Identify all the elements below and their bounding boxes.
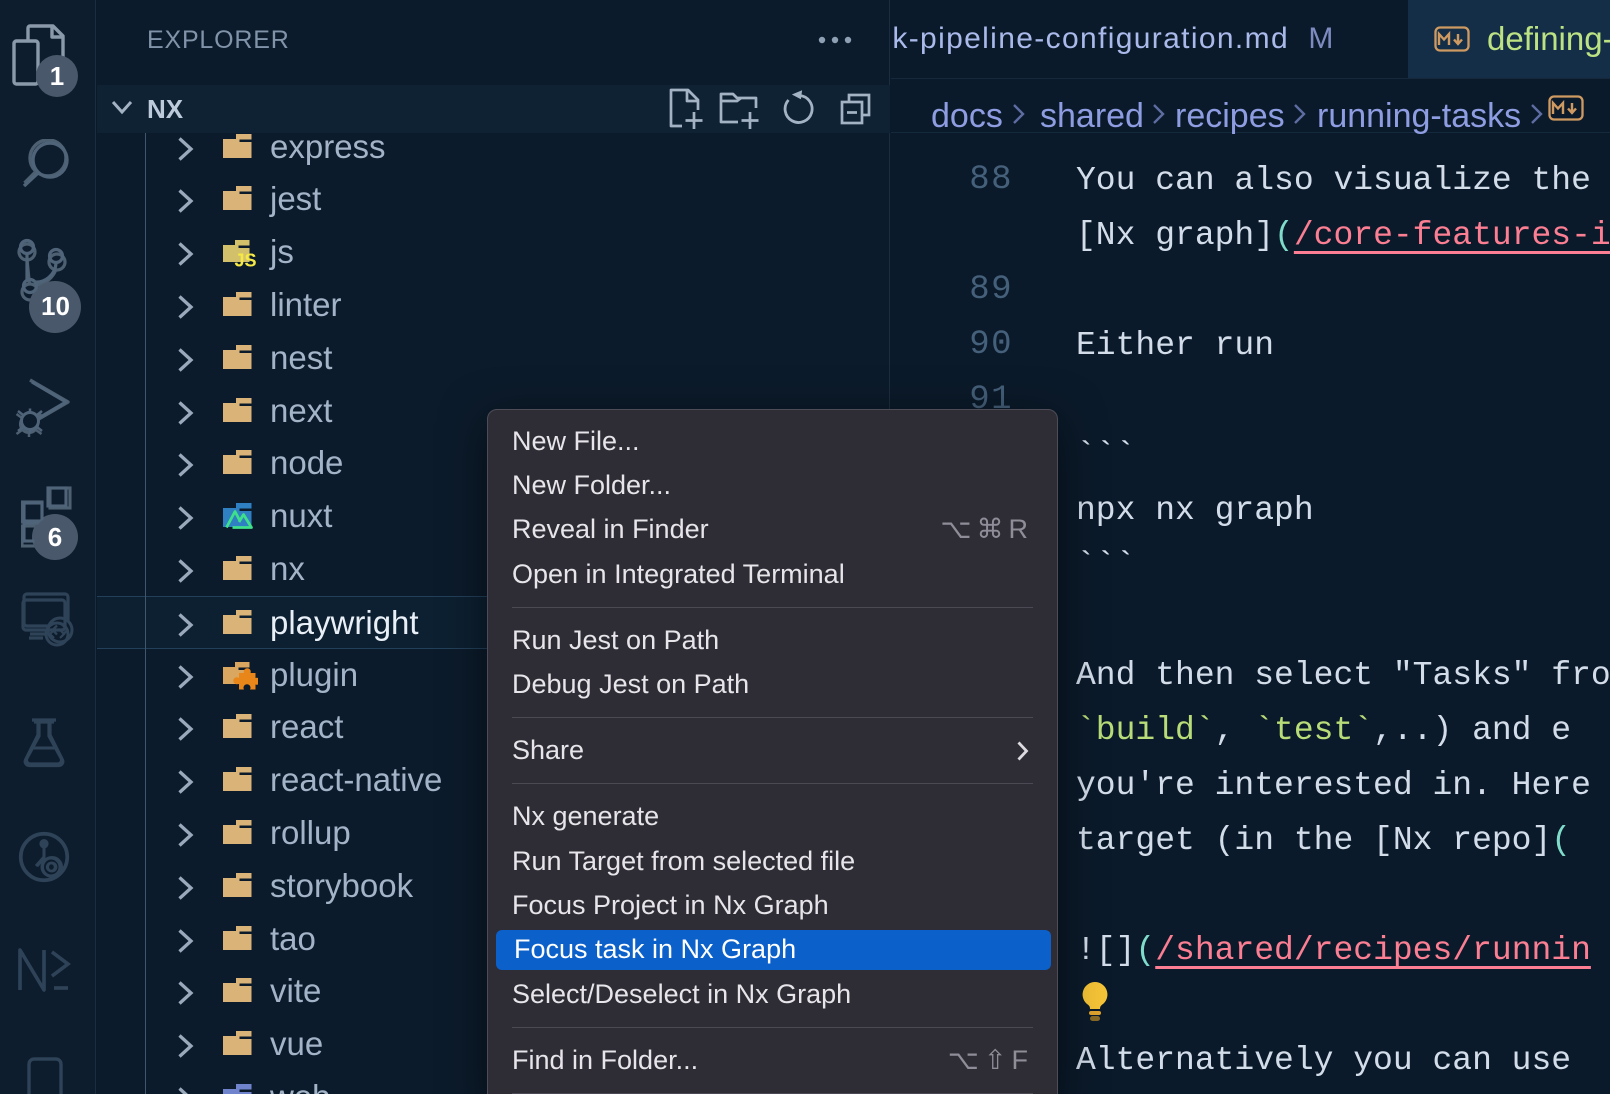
svg-text:JS: JS <box>235 251 257 268</box>
